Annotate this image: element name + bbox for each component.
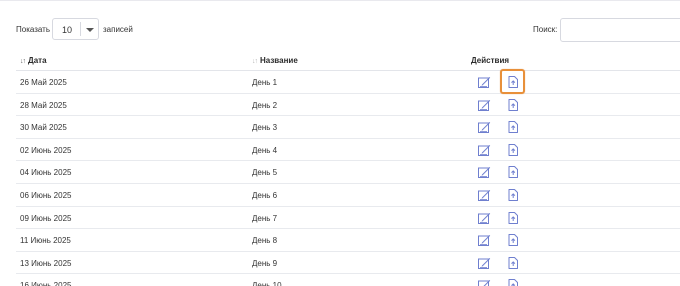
table-row: 02 Июнь 2025 День 4 (16, 139, 680, 162)
table-row: 04 Июнь 2025 День 5 (16, 161, 680, 184)
top-divider (0, 0, 680, 1)
edit-icon[interactable] (477, 233, 491, 247)
column-header-date-label: Дата (28, 56, 47, 65)
row-date: 11 Июнь 2025 (20, 236, 71, 246)
row-name: День 7 (252, 213, 278, 223)
page-length-select[interactable]: 10 (52, 18, 99, 40)
entries-label: записей (103, 25, 133, 34)
table-controls: Показать 10 записей Поиск: (0, 17, 680, 43)
edit-icon[interactable] (477, 188, 491, 202)
table-row: 09 Июнь 2025 День 7 (16, 207, 680, 230)
row-name: День 9 (252, 258, 278, 268)
row-name: День 4 (252, 145, 278, 155)
file-upload-icon[interactable] (506, 120, 520, 134)
table-row: 13 Июнь 2025 День 9 (16, 252, 680, 275)
row-date: 04 Июнь 2025 (20, 168, 72, 178)
row-date: 28 Май 2025 (20, 100, 67, 110)
column-header-date[interactable]: ↓↑ Дата (20, 56, 47, 65)
sort-icon: ↓↑ (252, 58, 258, 65)
row-name: День 1 (252, 78, 278, 87)
sort-icon: ↓↑ (20, 58, 26, 65)
search-label: Поиск: (533, 25, 558, 34)
table-row: 11 Июнь 2025 День 8 (16, 229, 680, 252)
row-name: День 5 (252, 168, 278, 178)
table-row: 26 Май 2025 День 1 (16, 71, 680, 94)
file-upload-icon[interactable] (506, 256, 520, 270)
row-date: 26 Май 2025 (20, 78, 67, 87)
table-body: 26 Май 2025 День 1 28 Май 2025 День 2 30 Май… (16, 71, 680, 286)
days-table: ↓↑ Дата ↓↑ Название Действия 26 Май 2025 Де… (16, 49, 680, 286)
column-header-actions-label: Действия (471, 56, 510, 65)
edit-icon[interactable] (477, 143, 491, 157)
file-upload-icon[interactable] (506, 211, 520, 225)
column-header-name[interactable]: ↓↑ Название (252, 56, 298, 65)
search-input[interactable] (560, 18, 680, 42)
row-date: 02 Июнь 2025 (20, 145, 72, 155)
row-name: День 6 (252, 190, 278, 200)
row-name: День 2 (252, 100, 278, 110)
row-name: День 8 (252, 236, 278, 246)
row-date: 06 Июнь 2025 (20, 190, 72, 200)
file-upload-icon[interactable] (506, 233, 520, 247)
row-date: 13 Июнь 2025 (20, 258, 72, 268)
file-upload-icon[interactable] (506, 143, 520, 157)
table-header: ↓↑ Дата ↓↑ Название Действия (16, 49, 680, 71)
edit-icon[interactable] (477, 278, 491, 286)
row-name: День 10 (252, 281, 282, 286)
edit-icon[interactable] (477, 98, 491, 112)
table-row: 06 Июнь 2025 День 6 (16, 184, 680, 207)
row-date: 30 Май 2025 (20, 123, 67, 133)
file-upload-icon[interactable] (506, 98, 520, 112)
edit-icon[interactable] (477, 211, 491, 225)
file-upload-icon[interactable] (506, 188, 520, 202)
row-name: День 3 (252, 123, 278, 133)
page-length-value: 10 (62, 25, 73, 35)
table-row: 30 Май 2025 День 3 (16, 116, 680, 139)
select-separator (80, 22, 81, 36)
column-header-name-label: Название (260, 56, 298, 65)
edit-icon[interactable] (477, 256, 491, 270)
edit-icon[interactable] (477, 75, 491, 89)
file-upload-icon[interactable] (506, 278, 520, 286)
edit-icon[interactable] (477, 165, 491, 179)
highlight-box (500, 69, 525, 94)
column-header-actions: Действия (471, 56, 509, 65)
row-date: 09 Июнь 2025 (20, 213, 72, 223)
chevron-down-icon (85, 25, 95, 35)
table-row: 28 Май 2025 День 2 (16, 94, 680, 117)
row-date: 16 Июнь 2025 (20, 281, 72, 286)
file-upload-icon[interactable] (506, 165, 520, 179)
edit-icon[interactable] (477, 120, 491, 134)
show-label: Показать (16, 25, 51, 34)
table-row: 16 Июнь 2025 День 10 (16, 274, 680, 286)
